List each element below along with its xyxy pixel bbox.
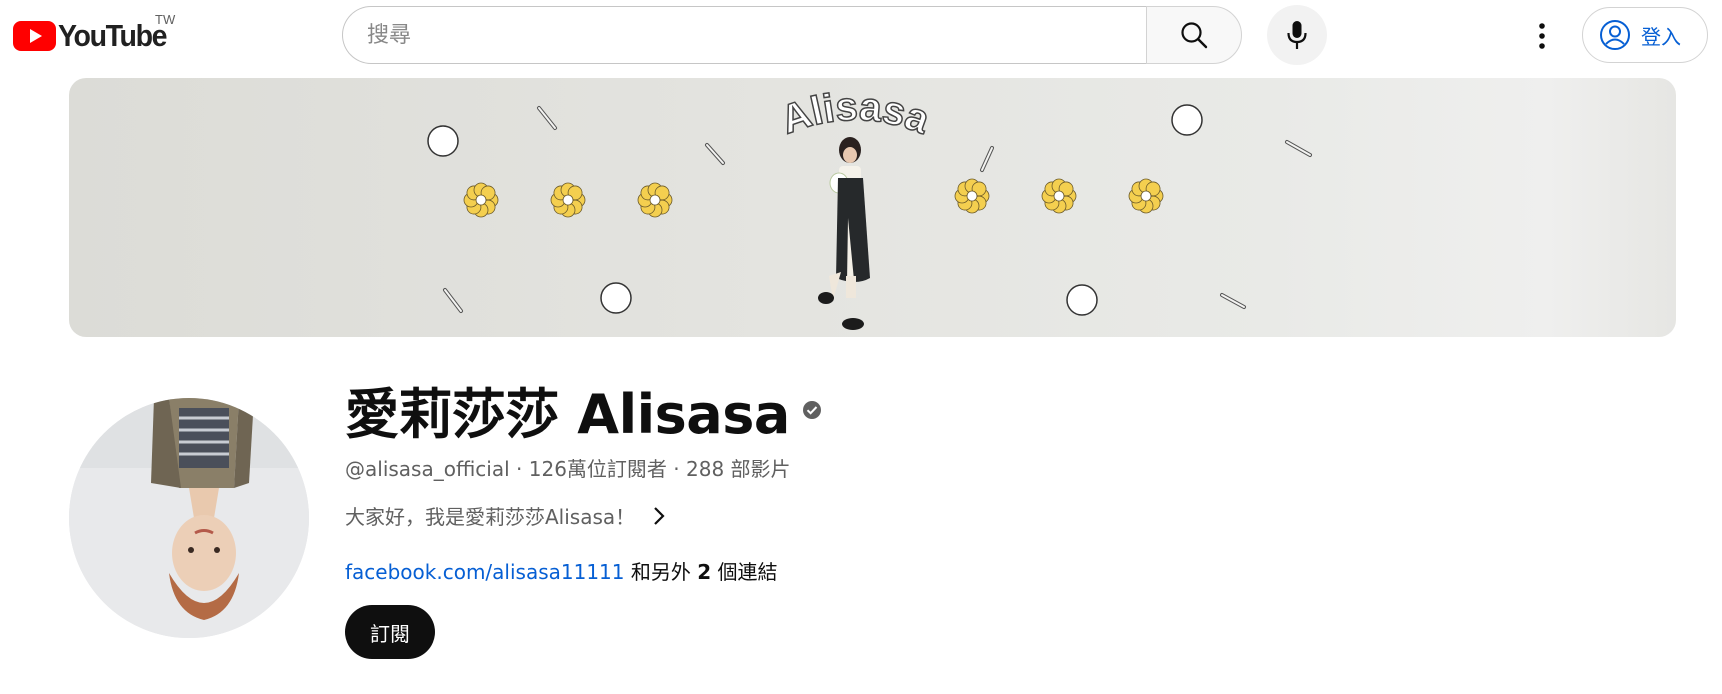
more-links-suffix[interactable]: 個連結 xyxy=(711,560,778,584)
logo-wordmark: YouTube xyxy=(58,18,167,53)
sign-in-button[interactable]: 登入 xyxy=(1582,7,1708,63)
facebook-link[interactable]: facebook.com/alisasa11111 xyxy=(345,560,625,584)
channel-title: 愛莉莎莎 Alisasa xyxy=(345,370,822,449)
youtube-logo-icon xyxy=(13,21,56,51)
banner-flower xyxy=(1041,178,1077,214)
video-count: 288 部影片 xyxy=(686,457,791,481)
search-input[interactable] xyxy=(343,7,1127,63)
subscriber-count: 126萬位訂閱者 xyxy=(528,457,667,481)
region-code: TW xyxy=(155,12,176,27)
voice-search-button[interactable] xyxy=(1267,5,1327,65)
search-box[interactable] xyxy=(342,6,1146,64)
sign-in-label: 登入 xyxy=(1641,24,1681,49)
banner-flowers xyxy=(463,178,1164,218)
channel-avatar[interactable] xyxy=(69,398,309,638)
channel-meta: @alisasa_official · 126萬位訂閱者 · 288 部影片 xyxy=(345,453,791,482)
banner-circles xyxy=(427,104,1203,316)
banner-flower xyxy=(954,178,990,214)
settings-menu-button[interactable] xyxy=(1522,14,1562,58)
account-icon xyxy=(1600,20,1630,50)
description-text: 大家好，我是愛莉莎莎Alisasa！ xyxy=(345,505,636,529)
meta-separator: · xyxy=(666,457,687,481)
more-links-count[interactable]: 2 xyxy=(697,560,711,584)
search-icon xyxy=(1181,22,1208,49)
channel-links: facebook.com/alisasa11111 和另外 2 個連結 xyxy=(345,556,778,585)
chevron-right-icon xyxy=(654,506,665,525)
more-links-prefix: 和另外 xyxy=(624,560,698,584)
masthead: YouTube TW 登入 xyxy=(0,0,1722,72)
subscribe-button[interactable]: 訂閱 xyxy=(345,605,435,659)
youtube-logo[interactable]: YouTube xyxy=(13,18,176,54)
channel-name-text: 愛莉莎莎 Alisasa xyxy=(345,383,790,446)
banner-flower xyxy=(550,182,586,218)
banner-flower xyxy=(463,182,499,218)
banner-person-figure xyxy=(818,137,870,330)
banner-title-text: Alisasa xyxy=(776,85,936,143)
mic-icon xyxy=(1287,21,1307,49)
banner-artwork: Alisasa xyxy=(427,84,1312,330)
more-vert-icon xyxy=(1539,23,1545,49)
meta-separator: · xyxy=(509,457,529,481)
avatar-image xyxy=(69,398,309,638)
channel-description[interactable]: 大家好，我是愛莉莎莎Alisasa！ xyxy=(345,501,669,530)
search-button[interactable] xyxy=(1146,6,1242,64)
banner-flower xyxy=(1128,178,1164,214)
verified-icon[interactable] xyxy=(802,400,822,420)
channel-banner: Alisasa xyxy=(69,78,1676,337)
channel-handle: @alisasa_official xyxy=(345,457,510,481)
banner-flower xyxy=(637,182,673,218)
